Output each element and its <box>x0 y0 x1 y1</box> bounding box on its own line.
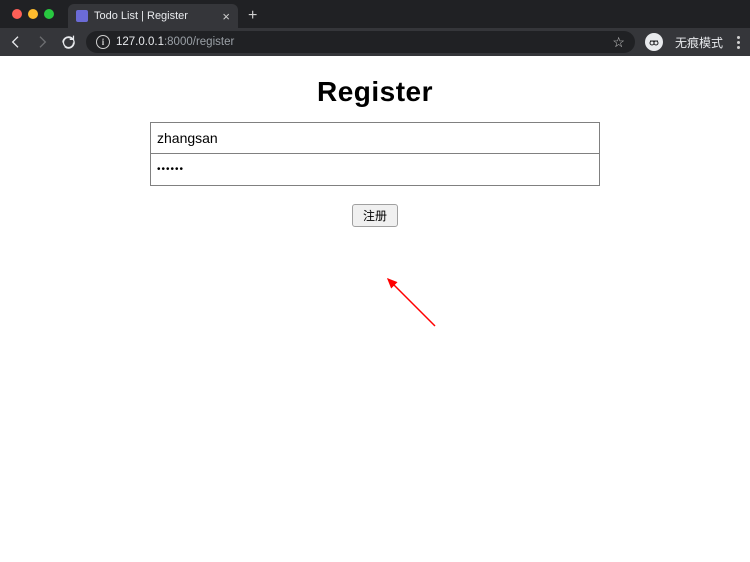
reload-button[interactable] <box>60 34 76 50</box>
page-viewport: Register 注册 <box>0 56 750 562</box>
bookmark-star-icon[interactable]: ☆ <box>612 34 625 51</box>
register-page: Register 注册 <box>0 76 750 227</box>
tab-title: Todo List | Register <box>94 10 216 22</box>
address-host: 127.0.0.1 <box>116 36 164 48</box>
site-info-icon[interactable]: i <box>96 35 110 49</box>
browser-menu-button[interactable] <box>735 36 742 49</box>
tab-favicon-icon <box>76 10 88 22</box>
window-controls <box>4 0 62 28</box>
password-field[interactable] <box>150 154 600 186</box>
register-button[interactable]: 注册 <box>352 204 398 227</box>
browser-toolbar: i 127.0.0.1:8000/register ☆ 无痕模式 <box>0 28 750 56</box>
incognito-mode-label: 无痕模式 <box>675 34 723 51</box>
address-path: :8000/register <box>164 36 234 48</box>
back-button[interactable] <box>8 34 24 50</box>
forward-button[interactable] <box>34 34 50 50</box>
annotation-arrow-icon <box>380 271 460 351</box>
maximize-window-icon[interactable] <box>44 9 54 19</box>
username-field[interactable] <box>150 122 600 154</box>
minimize-window-icon[interactable] <box>28 9 38 19</box>
new-tab-button[interactable]: + <box>238 4 267 28</box>
browser-tab[interactable]: Todo List | Register × <box>68 4 238 28</box>
tab-strip: Todo List | Register × + <box>0 0 750 28</box>
page-title: Register <box>0 76 750 108</box>
address-url: 127.0.0.1:8000/register <box>116 36 234 48</box>
close-window-icon[interactable] <box>12 9 22 19</box>
tab-close-icon[interactable]: × <box>222 10 230 23</box>
address-bar[interactable]: i 127.0.0.1:8000/register ☆ <box>86 31 635 53</box>
incognito-avatar-icon[interactable] <box>645 33 663 51</box>
browser-chrome: Todo List | Register × + i 127.0.0.1:800… <box>0 0 750 56</box>
register-form: 注册 <box>150 122 600 227</box>
toolbar-right: 无痕模式 <box>645 33 742 51</box>
